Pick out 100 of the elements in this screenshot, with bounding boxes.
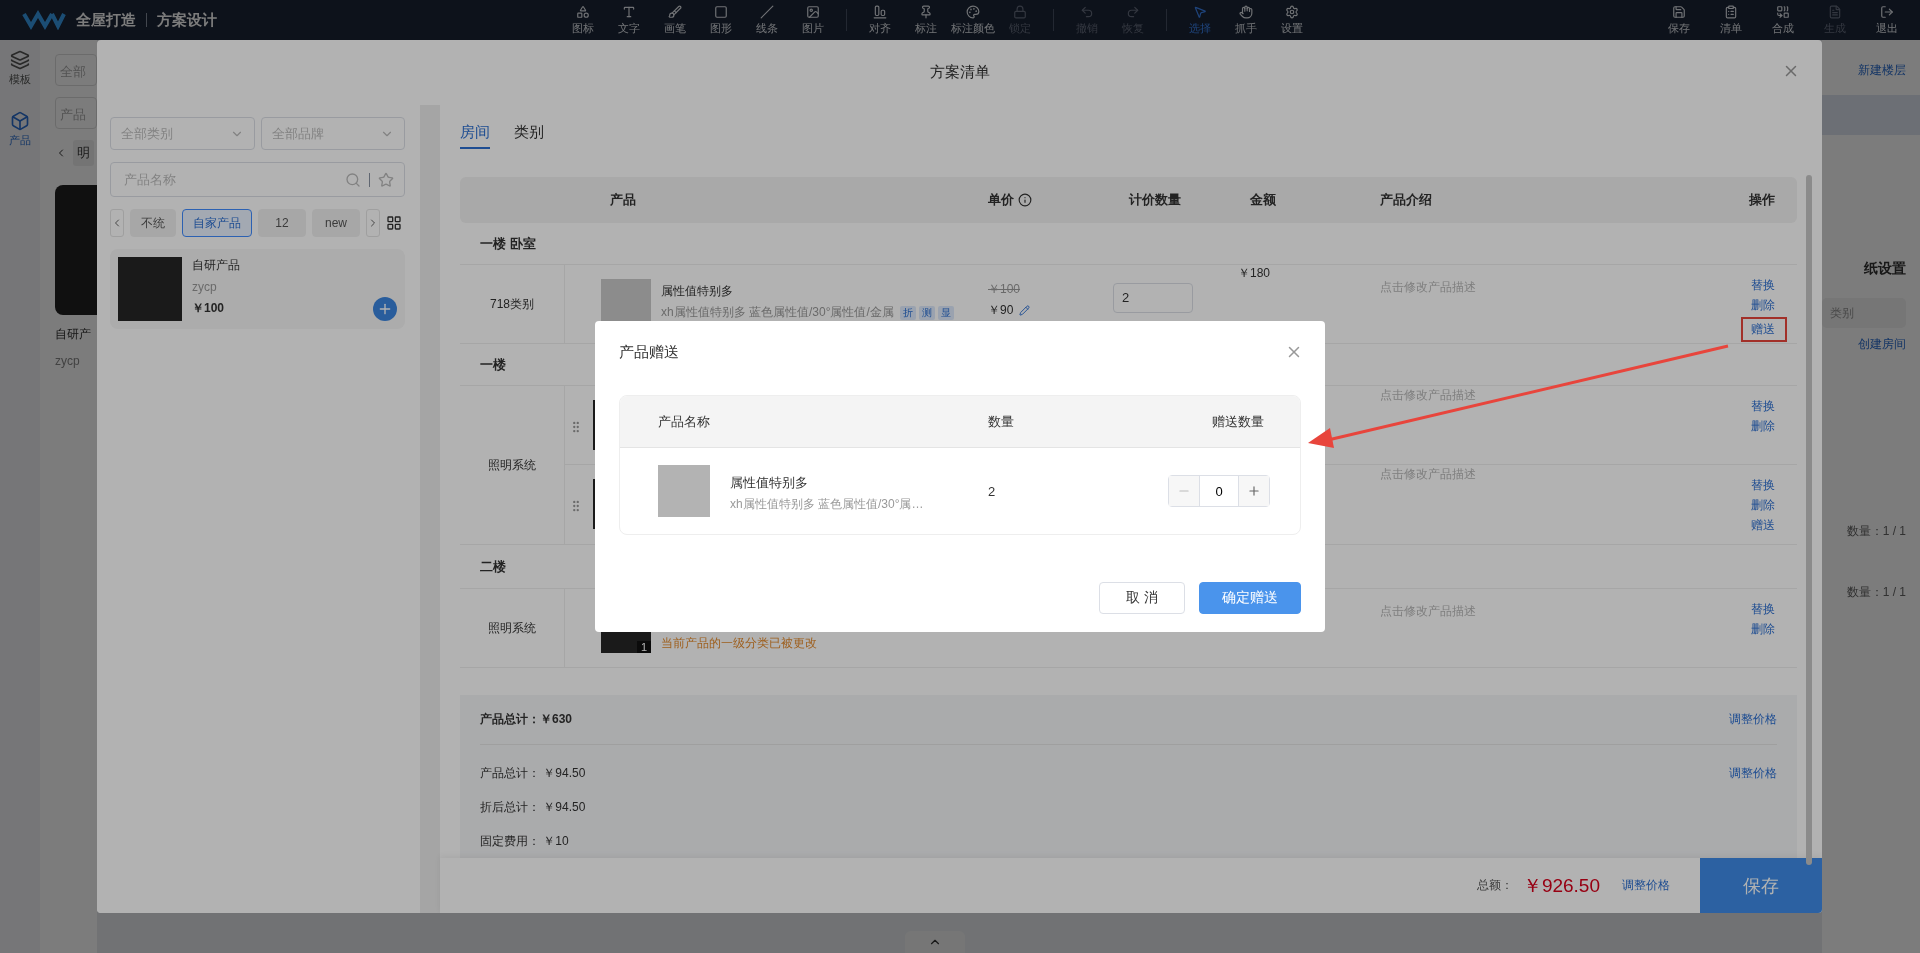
undo-icon [1080,4,1094,19]
toolbar-button[interactable]: 图形 [700,4,742,36]
adjust-price-link[interactable]: 调整价格 [1729,710,1777,728]
column-header: 数量 [987,412,1015,431]
action-link[interactable]: 替换 [1751,277,1775,294]
toolbar-button[interactable]: 文字 [608,4,650,36]
modal-title: 方案清单 [929,63,990,82]
warning-text: 当前产品的一级分类已被更改 [661,635,817,652]
product-description: xh属性值特别多 蓝色属性值/30°属性值/金属 [661,304,894,321]
column-header: 操作 [1748,191,1776,209]
action-link[interactable]: 赠送 [1751,517,1775,534]
square-icon [714,4,728,19]
filter-chip[interactable]: 明 [73,140,94,166]
side-tab[interactable]: 产品 [9,111,31,148]
save-button[interactable]: 保存 [1700,858,1822,913]
cancel-button[interactable]: 取 消 [1099,582,1185,614]
filter-chip[interactable]: 自家产品 [182,209,252,237]
filter-chip[interactable]: 不统 [130,209,176,237]
summary-line: 产品总计： ￥94.50 [480,765,586,782]
product-code: zycp [192,280,218,294]
pointer-icon [1193,4,1207,19]
dialog-title: 产品赠送 [619,343,679,362]
count-badge: 1 [636,641,651,653]
new-floor-link[interactable]: 新建楼层 [1858,62,1906,79]
amount: ￥180 [1238,265,1271,280]
action-link[interactable]: 删除 [1751,621,1775,638]
brand-name: 全屋打造 [76,10,136,30]
quantity-input[interactable]: 0 [1199,476,1239,506]
side-tab[interactable]: 模板 [9,50,31,87]
toolbar-button[interactable]: 对齐 [859,4,901,36]
count-text: 数量：1 / 1 [1846,584,1906,601]
tab[interactable]: 类别 [514,123,544,149]
toolbar-button[interactable]: 画笔 [654,4,696,36]
column-header: 产品 [609,191,637,209]
product-description: xh属性值特别多 蓝色属性值/30°属… [730,495,924,513]
photo-placeholder [118,257,182,321]
toolbar-button[interactable]: 抓手 [1225,4,1267,36]
count-text: 数量：1 / 1 [1846,523,1906,540]
product-card[interactable]: 自研产品 zycp ￥100 [110,249,405,329]
edit-icon[interactable] [1019,305,1031,316]
toolbar-button[interactable]: 图片 [792,4,834,36]
adjust-price-link[interactable]: 调整价格 [1729,765,1777,782]
original-price: ￥100 [988,281,1022,298]
add-button[interactable] [373,297,397,321]
summary-total: 产品总计：￥630 [480,710,573,728]
toolbar-button[interactable]: 清单 [1710,4,1752,36]
action-link[interactable]: 替换 [1751,477,1775,494]
plus-icon [1247,484,1261,498]
star-icon[interactable] [378,171,394,188]
adjust-price-link[interactable]: 调整价格 [1622,877,1670,894]
shapes-icon [576,4,590,19]
confirm-button[interactable]: 确定赠送 [1199,582,1301,614]
list-icon [1724,4,1738,19]
pin-icon [919,4,933,19]
toolbar-button[interactable]: 设置 [1271,4,1313,36]
column-header: 产品介绍 [1379,191,1433,209]
action-link[interactable]: 替换 [1751,601,1775,618]
action-link[interactable]: 删除 [1751,297,1775,314]
increment-button[interactable] [1239,476,1269,506]
category-cell: 照明系统 [488,456,536,474]
align-icon [873,4,887,19]
column-header: 产品名称 [657,412,711,431]
settings-icon [1285,4,1299,19]
category-cell: 718类别 [490,295,534,313]
toolbar-button[interactable]: 线条 [746,4,788,36]
toolbar-button[interactable]: 标注颜色 [951,4,995,36]
toolbar-button[interactable]: 图标 [562,4,604,36]
group-title: 一楼 卧室 [460,223,1797,265]
action-link[interactable]: 替换 [1751,398,1775,415]
toolbar-button[interactable]: 保存 [1658,4,1700,36]
grid-icon[interactable] [386,215,402,231]
palette-icon [966,4,980,19]
action-link[interactable]: 删除 [1751,497,1775,514]
price: ￥90 [988,302,1014,319]
tag: 测 [918,305,935,320]
quantity-stepper[interactable]: 0 [1168,475,1270,507]
column-header: 计价数量 [1128,191,1182,209]
info-icon [1018,193,1032,207]
quantity: 2 [987,483,997,499]
scroll-left-button[interactable] [110,209,124,237]
gift-link[interactable]: 赠送 [1751,322,1775,336]
tag: 显 [937,305,954,320]
hand-icon [1239,4,1253,19]
quantity-input[interactable]: 2 [1113,283,1193,313]
toolbar-button[interactable]: 退出 [1866,4,1908,36]
panel-title: 纸设置 [1864,260,1906,278]
box-icon [10,111,30,131]
product-name: 属性值特别多 [730,473,809,492]
filter-chip[interactable]: new [312,209,360,237]
toolbar-button[interactable]: 合成 [1762,4,1804,36]
scroll-right-button[interactable] [366,209,380,237]
product-name: 属性值特别多 [661,283,734,300]
column-header: 金额 [1249,191,1277,209]
toolbar-button[interactable]: 标注 [905,4,947,36]
create-room-link[interactable]: 创建房间 [1858,336,1906,353]
tab[interactable]: 房间 [460,123,490,149]
filter-chip[interactable]: 12 [258,209,306,237]
column-header: 单价 [988,191,1014,209]
action-link[interactable]: 删除 [1751,418,1775,435]
brush-icon [668,4,682,19]
